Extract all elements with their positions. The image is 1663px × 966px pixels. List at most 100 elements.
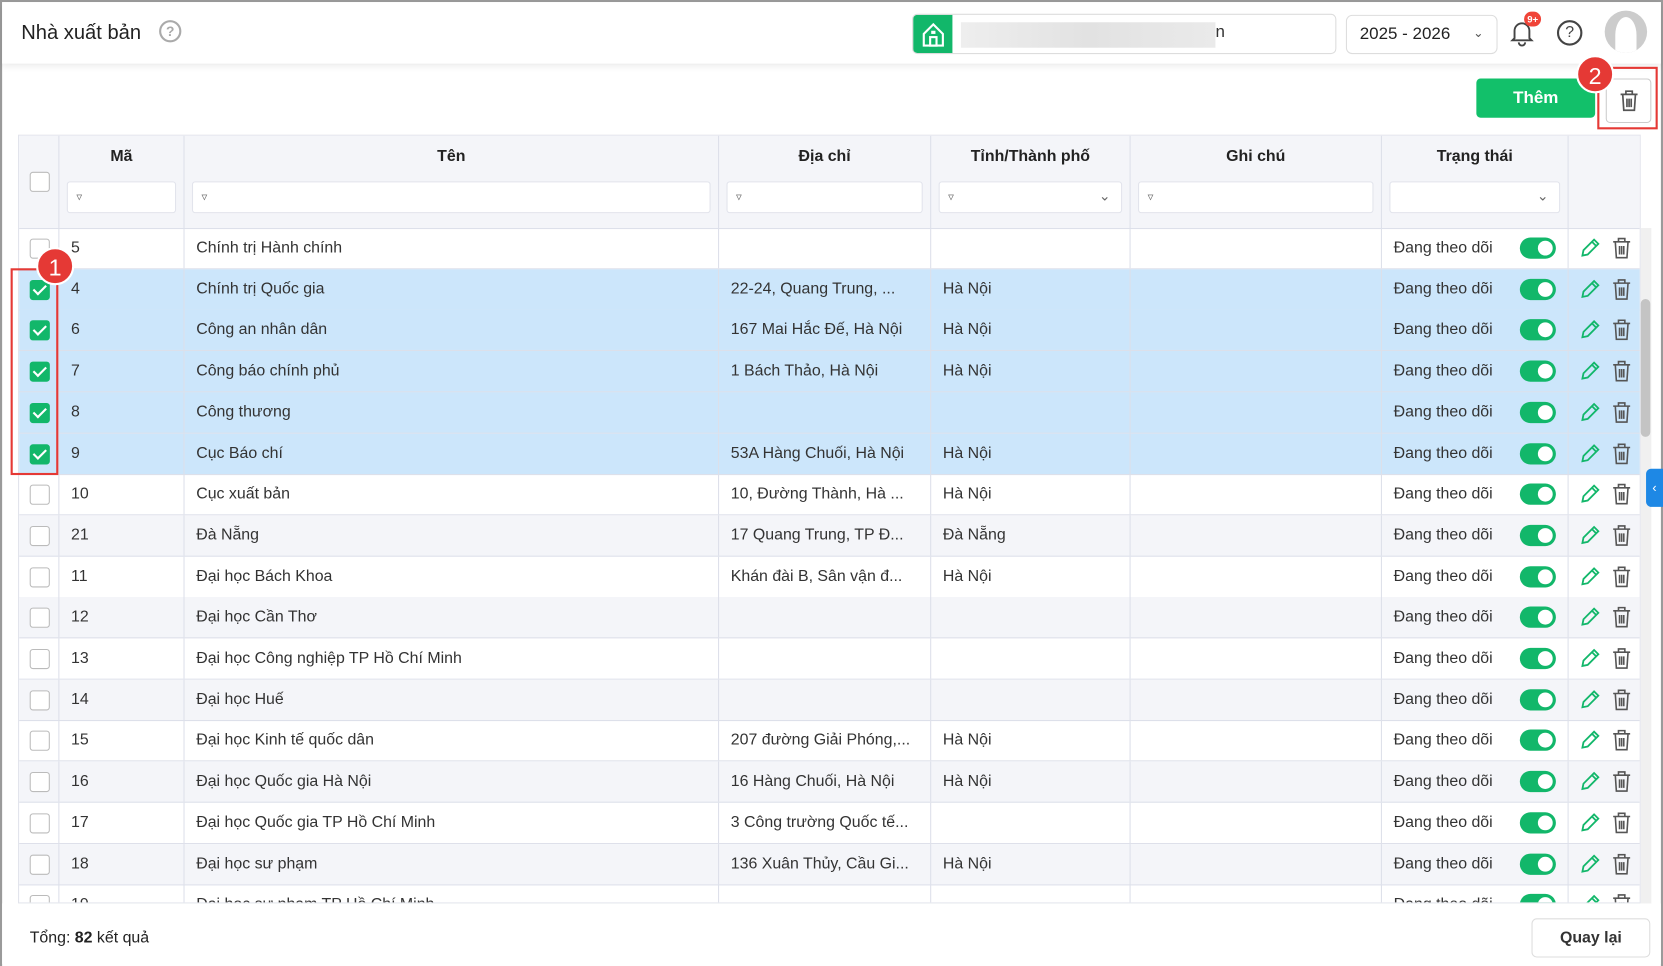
trash-icon[interactable] xyxy=(1612,401,1631,423)
table-row[interactable]: 11 Đại học Bách Khoa Khán đài B, Sân vận đ… xyxy=(19,556,1640,598)
back-button[interactable]: Quay lại xyxy=(1531,918,1651,958)
status-toggle[interactable] xyxy=(1519,360,1556,382)
edit-pencil-icon[interactable] xyxy=(1579,689,1600,710)
trash-icon[interactable] xyxy=(1612,278,1631,300)
edit-pencil-icon[interactable] xyxy=(1579,730,1600,751)
help-circle-icon[interactable]: ? xyxy=(159,20,182,43)
column-header-name[interactable]: Tên ▿ xyxy=(185,135,720,230)
status-toggle[interactable] xyxy=(1519,894,1556,903)
row-checkbox[interactable] xyxy=(29,566,50,588)
row-checkbox[interactable] xyxy=(29,607,50,629)
trash-icon[interactable] xyxy=(1612,237,1631,259)
table-row[interactable]: 4 Chính trị Quốc gia 22-24, Quang Trung, .… xyxy=(19,269,1640,311)
status-toggle[interactable] xyxy=(1519,278,1556,300)
table-row[interactable]: 14 Đại học Huế Đang theo dõi xyxy=(19,679,1640,721)
table-row[interactable]: 21 Đà Nẵng 17 Quang Trung, TP Đ... Đà Nẵng Đ… xyxy=(19,515,1640,557)
table-row[interactable]: 8 Công thương Đang theo dõi xyxy=(19,392,1640,434)
edit-pencil-icon[interactable] xyxy=(1579,607,1600,628)
status-toggle[interactable] xyxy=(1519,688,1556,711)
filter-input-status[interactable]: ⌄ xyxy=(1389,181,1561,214)
trash-icon[interactable] xyxy=(1612,648,1631,669)
table-row[interactable]: 7 Công báo chính phủ 1 Bách Thảo, Hà Nội Hà… xyxy=(19,351,1640,393)
table-row[interactable]: 6 Công an nhân dân 167 Mai Hắc Đế, Hà Nội H… xyxy=(19,310,1640,352)
trash-icon[interactable] xyxy=(1612,607,1631,628)
trash-icon[interactable] xyxy=(1612,730,1631,751)
edit-pencil-icon[interactable] xyxy=(1579,525,1600,546)
trash-icon[interactable] xyxy=(1612,771,1631,792)
edit-pencil-icon[interactable] xyxy=(1579,320,1600,341)
column-header-province[interactable]: Tỉnh/Thành phố ▿ ⌄ xyxy=(931,135,1131,230)
side-panel-toggle[interactable]: ‹ xyxy=(1646,468,1663,507)
row-checkbox[interactable] xyxy=(29,648,50,670)
row-checkbox[interactable] xyxy=(29,895,50,903)
edit-pencil-icon[interactable] xyxy=(1579,771,1600,792)
trash-icon[interactable] xyxy=(1612,360,1631,382)
column-header-address[interactable]: Địa chỉ ▿ xyxy=(719,135,932,230)
select-all-checkbox[interactable] xyxy=(29,171,50,192)
trash-icon[interactable] xyxy=(1612,525,1631,546)
table-row[interactable]: 16 Đại học Quốc gia Hà Nội 16 Hàng Chuối, … xyxy=(19,761,1640,803)
avatar[interactable] xyxy=(1604,10,1648,54)
column-header-code[interactable]: Mã ▿ xyxy=(59,135,185,230)
trash-icon[interactable] xyxy=(1612,566,1631,587)
edit-pencil-icon[interactable] xyxy=(1579,894,1600,903)
table-row[interactable]: 18 Đại học sư phạm 136 Xuân Thủy, Cầu Gi..… xyxy=(19,843,1640,885)
scrollbar-thumb[interactable] xyxy=(1640,299,1651,437)
filter-input-code[interactable]: ▿ xyxy=(66,181,177,214)
column-header-status[interactable]: Trạng thái ⌄ xyxy=(1382,135,1569,230)
row-checkbox[interactable] xyxy=(29,854,50,875)
edit-pencil-icon[interactable] xyxy=(1579,853,1600,874)
status-toggle[interactable] xyxy=(1519,401,1556,423)
trash-icon[interactable] xyxy=(1612,812,1631,833)
trash-icon[interactable] xyxy=(1612,894,1631,903)
edit-pencil-icon[interactable] xyxy=(1579,402,1600,423)
school-selector[interactable]: n xyxy=(912,13,1337,55)
row-checkbox[interactable] xyxy=(29,525,50,546)
trash-icon[interactable] xyxy=(1612,853,1631,875)
edit-pencil-icon[interactable] xyxy=(1579,648,1600,669)
filter-input-address[interactable]: ▿ xyxy=(726,181,923,214)
edit-pencil-icon[interactable] xyxy=(1579,566,1600,587)
status-toggle[interactable] xyxy=(1519,565,1556,588)
table-row[interactable]: 17 Đại học Quốc gia TP Hồ Chí Minh 3 Công … xyxy=(19,802,1640,844)
add-button[interactable]: Thêm xyxy=(1476,78,1596,118)
school-year-select[interactable]: 2025 - 2026 ⌄ xyxy=(1345,14,1498,55)
trash-icon[interactable] xyxy=(1612,689,1631,710)
edit-pencil-icon[interactable] xyxy=(1579,279,1600,300)
edit-pencil-icon[interactable] xyxy=(1579,812,1600,833)
filter-input-name[interactable]: ▿ xyxy=(191,181,711,214)
edit-pencil-icon[interactable] xyxy=(1579,484,1600,505)
status-toggle[interactable] xyxy=(1519,237,1556,259)
status-toggle[interactable] xyxy=(1519,483,1556,505)
row-checkbox[interactable] xyxy=(29,731,50,752)
help-icon[interactable]: ? xyxy=(1556,20,1583,46)
trash-icon[interactable] xyxy=(1612,484,1631,505)
status-toggle[interactable] xyxy=(1519,647,1556,670)
table-row[interactable]: 13 Đại học Công nghiệp TP Hồ Chí Minh Đang… xyxy=(19,638,1640,680)
status-toggle[interactable] xyxy=(1519,606,1556,629)
status-toggle[interactable] xyxy=(1519,442,1556,464)
status-toggle[interactable] xyxy=(1519,319,1556,341)
table-row[interactable]: 9 Cục Báo chí 53A Hàng Chuối, Hà Nội Hà Nội… xyxy=(19,433,1640,475)
status-toggle[interactable] xyxy=(1519,812,1556,834)
status-toggle[interactable] xyxy=(1519,853,1556,875)
row-checkbox[interactable] xyxy=(29,772,50,793)
table-row[interactable]: 12 Đại học Cần Thơ Đang theo dõi xyxy=(19,597,1640,639)
edit-pencil-icon[interactable] xyxy=(1579,443,1600,464)
trash-icon[interactable] xyxy=(1612,319,1631,341)
status-toggle[interactable] xyxy=(1519,524,1556,546)
table-row[interactable]: 19 Đại học sư phạm TP Hồ Chí Minh Đang the… xyxy=(19,884,1640,903)
status-toggle[interactable] xyxy=(1519,771,1556,793)
edit-pencil-icon[interactable] xyxy=(1579,238,1600,259)
row-checkbox[interactable] xyxy=(29,484,50,505)
edit-pencil-icon[interactable] xyxy=(1579,361,1600,382)
table-row[interactable]: 5 Chính trị Hành chính Đang theo dõi xyxy=(19,227,1640,270)
status-toggle[interactable] xyxy=(1519,729,1556,752)
row-checkbox[interactable] xyxy=(29,813,50,834)
trash-icon[interactable] xyxy=(1612,442,1631,464)
column-header-note[interactable]: Ghi chú ▿ xyxy=(1131,135,1382,230)
row-checkbox[interactable] xyxy=(29,689,50,711)
filter-input-province[interactable]: ▿ ⌄ xyxy=(938,181,1123,214)
filter-input-note[interactable]: ▿ xyxy=(1138,181,1374,214)
table-row[interactable]: 10 Cục xuất bản 10, Đường Thành, Hà ... Hà … xyxy=(19,474,1640,516)
